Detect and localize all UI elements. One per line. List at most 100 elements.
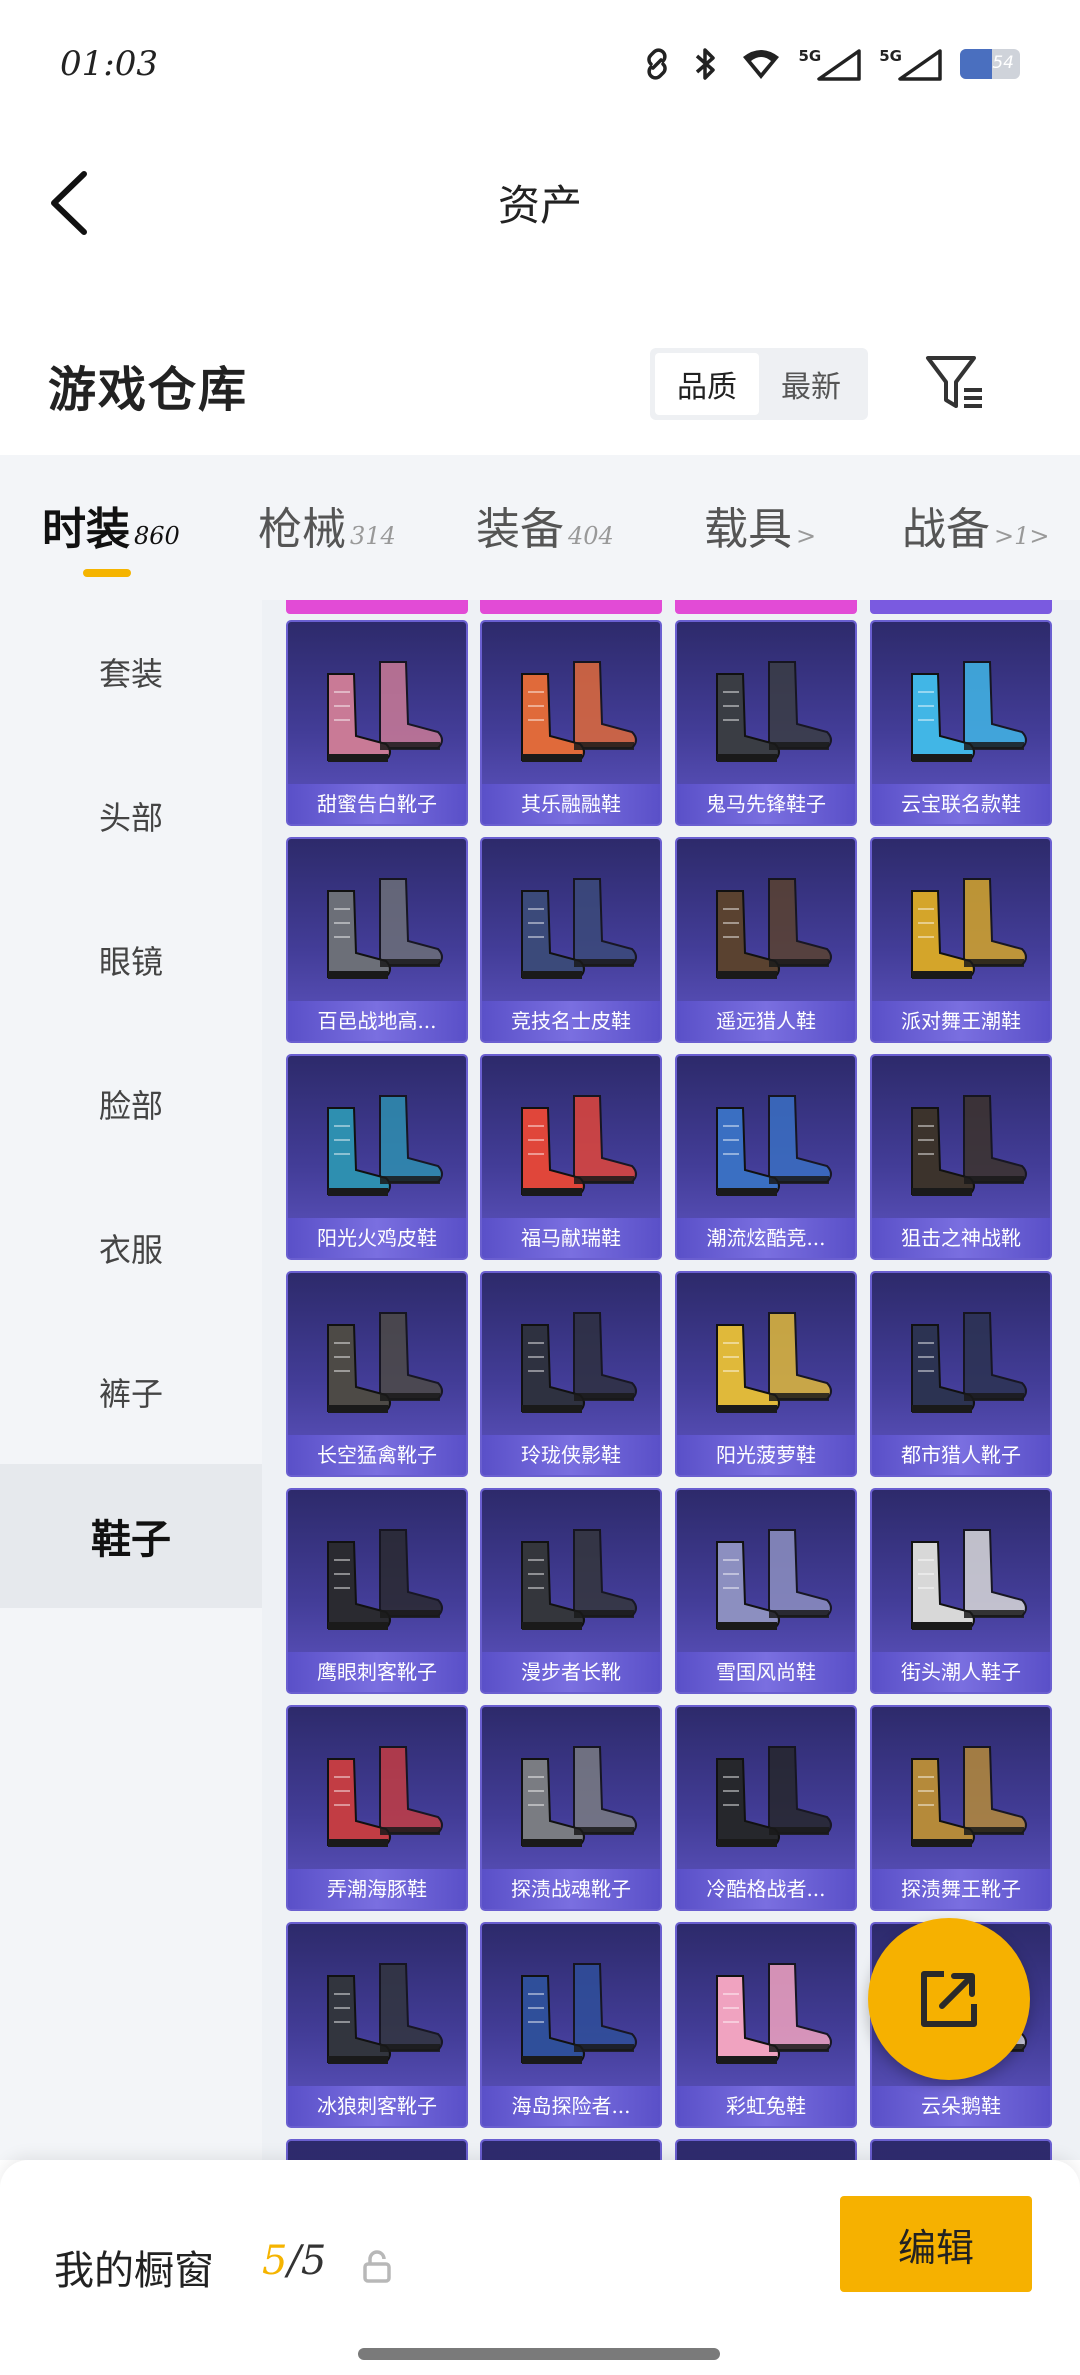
shoe-icon	[716, 1746, 832, 1847]
showcase-bar: 我的橱窗 5/5 编辑	[0, 2160, 1080, 2375]
tab-equipment[interactable]: 装备 404	[476, 493, 614, 557]
signal-icon-1: 5G	[799, 47, 862, 81]
item-name: 弄潮海豚鞋	[288, 1869, 466, 1909]
item-name: 其乐融融鞋	[482, 784, 660, 824]
edit-button[interactable]: 编辑	[840, 2196, 1032, 2292]
item-name: 冷酷格战者...	[677, 1869, 855, 1909]
item-card[interactable]: 潮流炫酷竞...	[675, 1054, 857, 1260]
tab-guns[interactable]: 枪械 314	[258, 493, 396, 557]
item-card-partial[interactable]	[675, 2139, 857, 2160]
item-card[interactable]: 派对舞王潮鞋	[870, 837, 1052, 1043]
item-card[interactable]: 鬼马先锋鞋子	[675, 620, 857, 826]
warehouse-title: 游戏仓库	[48, 362, 249, 418]
item-name: 云宝联名款鞋	[872, 784, 1050, 824]
item-card[interactable]: 冰狼刺客靴子	[286, 1922, 468, 2128]
item-card[interactable]: 弄潮海豚鞋	[286, 1705, 468, 1911]
tab-battle-gear[interactable]: 战备 >1>	[902, 493, 1050, 557]
item-card[interactable]: 云宝联名款鞋	[870, 620, 1052, 826]
item-name: 潮流炫酷竞...	[677, 1218, 855, 1258]
shoe-icon	[716, 1095, 832, 1196]
home-indicator	[358, 2348, 720, 2360]
item-name: 甜蜜告白靴子	[288, 784, 466, 824]
item-name: 鹰眼刺客靴子	[288, 1652, 466, 1692]
sidebar-item-clothes[interactable]: 衣服	[0, 1176, 262, 1320]
showcase-count: 5/5	[262, 2238, 327, 2284]
sort-newest-button[interactable]: 最新	[759, 353, 863, 415]
share-button[interactable]	[868, 1918, 1030, 2080]
status-bar: 01:03 5G 5G 54	[0, 0, 1080, 130]
item-name: 长空猛禽靴子	[288, 1435, 466, 1475]
shoe-icon	[521, 1746, 637, 1847]
item-card[interactable]: 其乐融融鞋	[480, 620, 662, 826]
item-card[interactable]: 海岛探险者...	[480, 1922, 662, 2128]
status-time: 01:03	[60, 44, 158, 84]
filter-button[interactable]	[924, 352, 986, 414]
item-card[interactable]: 彩虹兔鞋	[675, 1922, 857, 2128]
category-tab-bar: 时装 860 枪械 314 装备 404 载具 > 战备 >1>	[0, 455, 1080, 600]
item-card[interactable]: 阳光菠萝鞋	[675, 1271, 857, 1477]
shoe-icon	[327, 1963, 443, 2064]
item-name: 海岛探险者...	[482, 2086, 660, 2126]
shoe-icon	[716, 1963, 832, 2064]
tab-fashion[interactable]: 时装 860	[42, 493, 180, 557]
item-name: 玲珑侠影鞋	[482, 1435, 660, 1475]
item-name: 阳光火鸡皮鞋	[288, 1218, 466, 1258]
shoe-icon	[521, 1095, 637, 1196]
page-title: 资产	[497, 181, 582, 230]
signal-icon-2: 5G	[879, 47, 942, 81]
previous-row-strip	[480, 600, 662, 614]
sidebar-item-face[interactable]: 脸部	[0, 1032, 262, 1176]
shoe-icon	[716, 1529, 832, 1630]
shoe-icon	[327, 1529, 443, 1630]
item-card[interactable]: 探渍舞王靴子	[870, 1705, 1052, 1911]
sidebar-item-pants[interactable]: 裤子	[0, 1320, 262, 1464]
shoe-icon	[911, 661, 1027, 762]
shoe-icon	[911, 1529, 1027, 1630]
sort-quality-button[interactable]: 品质	[655, 353, 759, 415]
shoe-icon	[327, 1312, 443, 1413]
item-name: 云朵鹅鞋	[872, 2086, 1050, 2126]
shoe-icon	[716, 1312, 832, 1413]
item-card[interactable]: 遥远猎人鞋	[675, 837, 857, 1043]
share-icon	[921, 1971, 977, 2027]
filter-icon	[926, 356, 982, 408]
item-card[interactable]: 都市猎人靴子	[870, 1271, 1052, 1477]
item-card[interactable]: 漫步者长靴	[480, 1488, 662, 1694]
shoe-icon	[521, 1312, 637, 1413]
tab-vehicles[interactable]: 载具 >	[704, 493, 816, 557]
sidebar-item-shoes[interactable]: 鞋子	[0, 1464, 262, 1608]
item-name: 福马献瑞鞋	[482, 1218, 660, 1258]
item-card[interactable]: 玲珑侠影鞋	[480, 1271, 662, 1477]
sidebar-item-head[interactable]: 头部	[0, 744, 262, 888]
sidebar-item-glasses[interactable]: 眼镜	[0, 888, 262, 1032]
item-card[interactable]: 福马献瑞鞋	[480, 1054, 662, 1260]
item-card[interactable]: 长空猛禽靴子	[286, 1271, 468, 1477]
link-icon	[646, 48, 667, 80]
item-name: 阳光菠萝鞋	[677, 1435, 855, 1475]
item-card[interactable]: 狙击之神战靴	[870, 1054, 1052, 1260]
item-card-partial[interactable]	[480, 2139, 662, 2160]
active-tab-indicator	[83, 569, 131, 577]
item-name: 冰狼刺客靴子	[288, 2086, 466, 2126]
item-card[interactable]: 鹰眼刺客靴子	[286, 1488, 468, 1694]
item-card[interactable]: 百邑战地高...	[286, 837, 468, 1043]
item-card[interactable]: 雪国风尚鞋	[675, 1488, 857, 1694]
previous-row-strip	[286, 600, 468, 614]
item-name: 派对舞王潮鞋	[872, 1001, 1050, 1041]
sort-toggle: 品质 最新	[650, 348, 868, 420]
shoe-icon	[521, 1529, 637, 1630]
bluetooth-icon	[695, 48, 715, 80]
item-card[interactable]: 冷酷格战者...	[675, 1705, 857, 1911]
item-card[interactable]: 街头潮人鞋子	[870, 1488, 1052, 1694]
shoe-icon	[327, 1095, 443, 1196]
item-name: 探渍战魂靴子	[482, 1869, 660, 1909]
item-card-partial[interactable]	[286, 2139, 468, 2160]
item-card-partial[interactable]	[870, 2139, 1052, 2160]
shoe-icon	[911, 1746, 1027, 1847]
item-card[interactable]: 探渍战魂靴子	[480, 1705, 662, 1911]
sidebar-item-outfit[interactable]: 套装	[0, 600, 262, 744]
shoe-icon	[911, 1312, 1027, 1413]
item-card[interactable]: 甜蜜告白靴子	[286, 620, 468, 826]
item-card[interactable]: 阳光火鸡皮鞋	[286, 1054, 468, 1260]
item-card[interactable]: 竞技名士皮鞋	[480, 837, 662, 1043]
